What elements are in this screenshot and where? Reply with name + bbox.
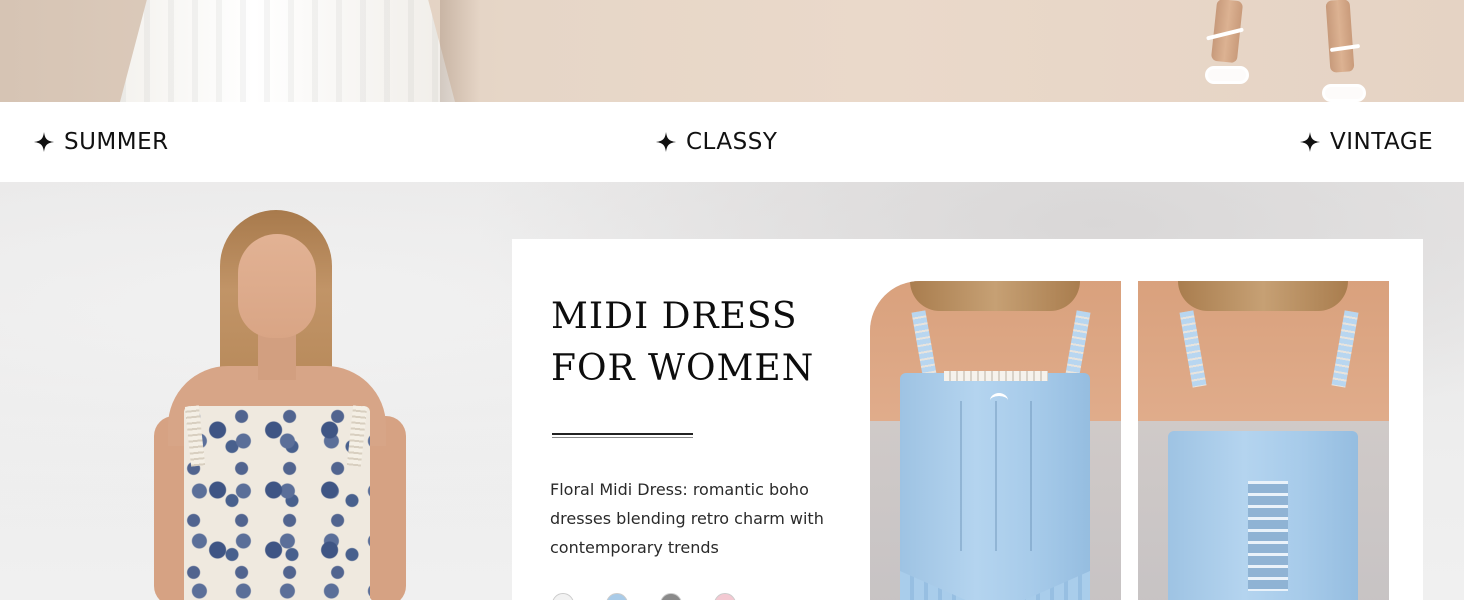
color-swatch[interactable] [714, 593, 736, 600]
color-swatch[interactable] [552, 593, 574, 600]
white-sandal [1205, 66, 1249, 84]
model-hair [1178, 281, 1348, 311]
product-title-line2: FOR WOMEN [551, 348, 815, 389]
color-swatch[interactable] [606, 593, 628, 600]
tag-label: SUMMER [64, 129, 169, 155]
corset-seam [995, 401, 997, 551]
dress-front-photo [870, 281, 1121, 600]
tag-summer: SUMMER [34, 102, 169, 182]
sparkle-icon [1300, 132, 1320, 152]
product-title-line1: MIDI DRESS [551, 296, 798, 337]
title-divider [552, 433, 693, 438]
tag-vintage: VINTAGE [1300, 102, 1433, 182]
model-floral-dress-image [140, 206, 410, 600]
corset-seam [1030, 401, 1032, 551]
sparkle-icon [34, 132, 54, 152]
style-tag-bar: SUMMER CLASSY VINTAGE [0, 102, 1464, 182]
product-title: MIDI DRESS FOR WOMEN [551, 291, 851, 395]
tag-label: VINTAGE [1330, 129, 1434, 155]
feature-section: MIDI DRESS FOR WOMEN Floral Midi Dress: … [0, 182, 1464, 600]
bow-detail [990, 393, 1008, 408]
tag-classy: CLASSY [656, 102, 777, 182]
corset-seam [960, 401, 962, 551]
white-sandal [1322, 84, 1366, 102]
product-info-card: MIDI DRESS FOR WOMEN Floral Midi Dress: … [512, 239, 1423, 600]
hero-image-strip [0, 0, 1464, 102]
floral-dress [184, 406, 370, 600]
lace-neckline [944, 371, 1048, 381]
color-swatches [552, 593, 736, 600]
model-leg-right [1325, 0, 1355, 73]
model-face [238, 234, 316, 338]
model-hair [910, 281, 1080, 311]
white-dress-image [120, 0, 455, 102]
product-description: Floral Midi Dress: romantic boho dresses… [550, 480, 824, 557]
tag-label: CLASSY [686, 129, 778, 155]
color-swatch[interactable] [660, 593, 682, 600]
lace-up-back [1248, 481, 1288, 591]
sparkle-icon [656, 132, 676, 152]
dress-back-photo [1138, 281, 1389, 600]
wall-shadow [440, 0, 480, 102]
